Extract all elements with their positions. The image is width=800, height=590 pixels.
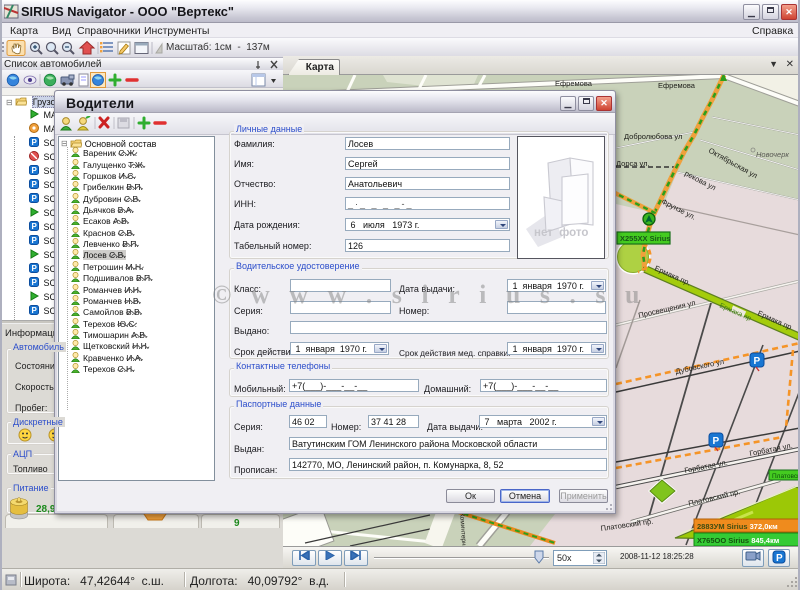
svg-text:Добролюбова ул: Добролюбова ул xyxy=(624,132,682,141)
svg-text:P: P xyxy=(713,436,720,447)
svg-text:Х255ХХ Sirius: Х255ХХ Sirius xyxy=(620,234,670,243)
svg-text:2883УМ Sirius 372,0км: 2883УМ Sirius 372,0км xyxy=(697,522,778,531)
svg-text:P: P xyxy=(32,236,38,245)
svg-text:P: P xyxy=(754,356,761,367)
svg-text:Новочерк: Новочерк xyxy=(756,150,789,159)
svg-text:Ефремова: Ефремова xyxy=(555,79,593,88)
svg-text:P: P xyxy=(32,166,38,175)
svg-text:Платовск: Платовск xyxy=(772,473,800,480)
svg-text:P: P xyxy=(32,306,38,315)
svg-text:Х765ОО Sirius 845,4км: Х765ОО Sirius 845,4км xyxy=(697,536,780,545)
svg-text:P: P xyxy=(32,264,38,273)
svg-text:P: P xyxy=(32,278,38,287)
svg-text:P: P xyxy=(32,194,38,203)
svg-text:P: P xyxy=(32,138,38,147)
svg-text:Ефремова: Ефремова xyxy=(658,81,696,90)
svg-text:P: P xyxy=(32,180,38,189)
svg-text:P: P xyxy=(776,553,783,564)
svg-text:нет фото: нет фото xyxy=(534,227,588,239)
svg-text:P: P xyxy=(32,222,38,231)
svg-text:Дорса ул.: Дорса ул. xyxy=(616,159,650,168)
